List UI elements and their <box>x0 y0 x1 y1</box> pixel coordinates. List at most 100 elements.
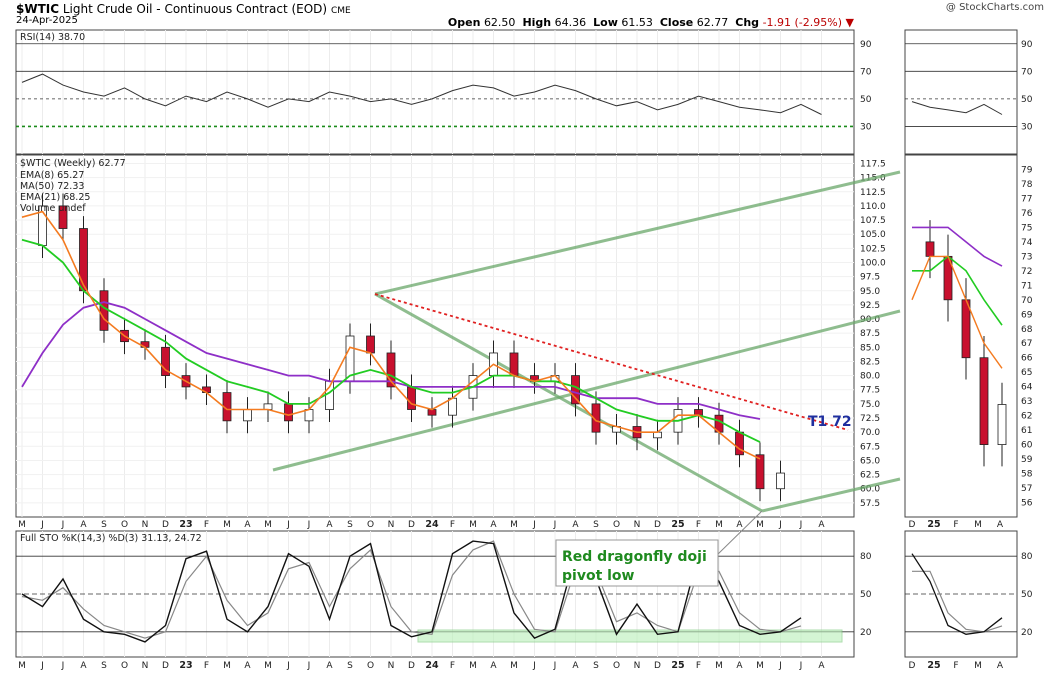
legend-volume: Volume undef <box>20 203 86 214</box>
month-tick-label: J <box>61 520 65 530</box>
month-tick-label: A <box>572 520 579 530</box>
inset-month-tick-label: D <box>909 520 916 530</box>
month-tick-label: A <box>244 520 251 530</box>
inset-month-tick-label: F <box>953 520 958 530</box>
inset-price-tick-label: 68 <box>1021 325 1033 335</box>
month-tick-label: J <box>61 661 65 671</box>
price-tick-label: 57.5 <box>860 499 880 509</box>
price-tick-label: 110.0 <box>860 202 886 212</box>
candle-body <box>776 472 785 490</box>
price-panel-frame <box>15 154 855 518</box>
month-tick-label: S <box>101 520 107 530</box>
legend-ema8: EMA(8) 65.27 <box>20 170 84 181</box>
inset-month-tick-label: 25 <box>927 519 940 530</box>
candle-body <box>284 403 293 422</box>
inset-candle-body <box>961 299 971 359</box>
target-label: T1 72 <box>808 414 852 430</box>
month-tick-label: A <box>736 661 743 671</box>
inset-price-tick-label: 76 <box>1021 209 1033 219</box>
month-tick-label: M <box>223 520 231 530</box>
price-tick-label: 67.5 <box>860 442 880 452</box>
month-tick-label: A <box>490 520 497 530</box>
month-tick-label: O <box>121 520 128 530</box>
candle-body <box>263 403 273 410</box>
month-tick-label: M <box>18 520 26 530</box>
price-tick-label: 100.0 <box>860 258 886 268</box>
month-tick-label: S <box>347 520 353 530</box>
inset-candle-body <box>925 241 935 257</box>
inset-price-tick-label: 56 <box>1021 499 1033 509</box>
month-tick-label: J <box>778 661 782 671</box>
inset-price-tick-label: 79 <box>1021 165 1033 175</box>
month-tick-label: J <box>799 661 803 671</box>
month-tick-label: N <box>388 520 395 530</box>
month-tick-label: O <box>367 520 374 530</box>
inset-price-tick-label: 57 <box>1021 484 1032 494</box>
month-tick-label: O <box>613 661 620 671</box>
inset-candle-body <box>997 404 1007 445</box>
inset-price-tick-label: 72 <box>1021 267 1032 277</box>
price-tick-label: 97.5 <box>860 273 880 283</box>
callout-line1: Red dragonfly doji <box>562 549 707 565</box>
month-tick-label: M <box>469 520 477 530</box>
month-tick-label: O <box>367 661 374 671</box>
inset-rsi-frame <box>904 29 1018 155</box>
price-tick-label: 112.5 <box>860 188 886 198</box>
candle-body <box>755 454 765 490</box>
inset-price-frame <box>904 154 1018 518</box>
month-tick-label: F <box>204 661 209 671</box>
inset-price-tick-label: 74 <box>1021 238 1033 248</box>
inset-month-tick-label: M <box>974 520 982 530</box>
inset-month-tick-label: A <box>997 661 1004 671</box>
month-tick-label: M <box>510 661 518 671</box>
price-tick-label: 77.5 <box>860 386 880 396</box>
price-tick-label: 92.5 <box>860 301 880 311</box>
month-tick-label: M <box>715 661 723 671</box>
month-tick-label: D <box>654 520 661 530</box>
month-tick-label: J <box>553 520 557 530</box>
inset-price-tick-label: 67 <box>1021 339 1032 349</box>
legend-ma50: MA(50) 72.33 <box>20 181 84 192</box>
inset-month-tick-label: M <box>974 661 982 671</box>
price-tick-label: 70.0 <box>860 428 880 438</box>
price-tick-label: 107.5 <box>860 216 886 226</box>
rsi-panel-frame <box>15 29 855 155</box>
month-tick-label: S <box>593 661 599 671</box>
price-tick-label: 62.5 <box>860 471 880 481</box>
legend-ema21: EMA(21) 68.25 <box>20 192 90 203</box>
month-tick-label: 23 <box>179 660 192 671</box>
month-tick-label: F <box>450 520 455 530</box>
inset-price-tick-label: 59 <box>1021 455 1033 465</box>
price-tick-label: 82.5 <box>860 357 880 367</box>
chart-root: $WTIC Light Crude Oil - Continuous Contr… <box>0 0 1050 673</box>
rsi-tick-label: 50 <box>860 95 872 105</box>
month-tick-label: A <box>818 520 825 530</box>
sto-label: Full STO %K(14,3) %D(3) 31.13, 24.72 <box>20 533 202 544</box>
candle-body <box>735 431 744 456</box>
inset-month-tick-label: F <box>953 661 958 671</box>
inset-price-tick-label: 71 <box>1021 281 1032 291</box>
price-tick-label: 85.0 <box>860 343 880 353</box>
month-tick-label: N <box>634 661 641 671</box>
inset-price-tick-label: 65 <box>1021 368 1032 378</box>
inset-price-tick-label: 75 <box>1021 223 1032 233</box>
rsi-tick-label: 90 <box>860 40 872 50</box>
inset-price-tick-label: 63 <box>1021 397 1032 407</box>
inset-sto-tick-label: 50 <box>1021 590 1033 600</box>
month-tick-label: J <box>307 661 311 671</box>
month-tick-label: O <box>121 661 128 671</box>
month-tick-label: A <box>80 520 87 530</box>
month-tick-label: 24 <box>425 519 439 530</box>
inset-price-tick-label: 62 <box>1021 412 1032 422</box>
month-tick-label: M <box>715 520 723 530</box>
month-tick-label: M <box>756 661 764 671</box>
inset-sto-tick-label: 80 <box>1021 552 1033 562</box>
chart-canvas: M M J J J J A A S S O O N N D D 23 23 F F M M A A M M J J J J A A S S O O N N… <box>15 29 1033 671</box>
month-tick-label: A <box>326 520 333 530</box>
month-tick-label: A <box>736 520 743 530</box>
month-tick-label: J <box>799 520 803 530</box>
month-tick-label: N <box>388 661 395 671</box>
callout-line2: pivot low <box>562 568 635 584</box>
month-tick-label: N <box>142 661 149 671</box>
candle-body <box>99 290 109 331</box>
